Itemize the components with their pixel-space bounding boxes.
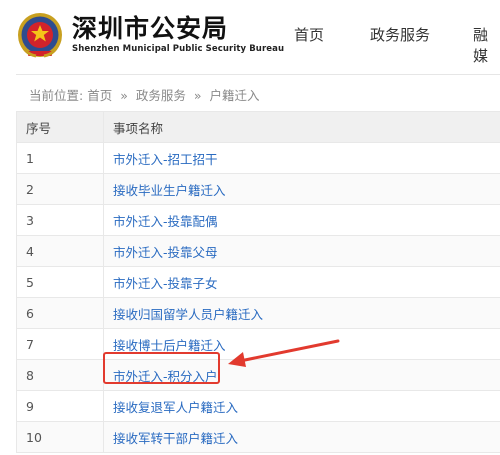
site-header: 深圳市公安局 Shenzhen Municipal Public Securit… <box>0 0 500 74</box>
breadcrumb-separator: » <box>193 88 202 103</box>
row-number: 2 <box>16 173 104 205</box>
service-link[interactable]: 市外迁入-投靠子女 <box>113 276 218 291</box>
table-row: 3 市外迁入-投靠配偶 <box>16 204 500 236</box>
table-row: 7 接收博士后户籍迁入 <box>16 328 500 360</box>
table-row: 5 市外迁入-投靠子女 <box>16 266 500 298</box>
row-number: 10 <box>16 421 104 453</box>
breadcrumb: 当前位置: 首页 » 政务服务 » 户籍迁入 <box>29 85 260 104</box>
nav-item-services[interactable]: 政务服务 <box>370 24 430 45</box>
row-number: 4 <box>16 235 104 267</box>
table-row: 10 接收军转干部户籍迁入 <box>16 421 500 453</box>
service-link[interactable]: 市外迁入-投靠父母 <box>113 245 218 260</box>
column-header-name: 事项名称 <box>103 111 500 143</box>
breadcrumb-home[interactable]: 首页 <box>87 88 112 103</box>
row-cell: 接收军转干部户籍迁入 <box>103 421 500 453</box>
column-header-number: 序号 <box>16 111 104 143</box>
breadcrumb-current: 户籍迁入 <box>209 88 260 103</box>
row-cell: 市外迁入-投靠父母 <box>103 235 500 267</box>
row-number: 5 <box>16 266 104 298</box>
table-row: 2 接收毕业生户籍迁入 <box>16 173 500 205</box>
table-row: 4 市外迁入-投靠父母 <box>16 235 500 267</box>
table-row: 1 市外迁入-招工招干 <box>16 142 500 174</box>
row-cell: 接收归国留学人员户籍迁入 <box>103 297 500 329</box>
service-link[interactable]: 接收归国留学人员户籍迁入 <box>113 307 263 322</box>
table-row: 6 接收归国留学人员户籍迁入 <box>16 297 500 329</box>
breadcrumb-separator: » <box>120 88 128 103</box>
nav-item-media[interactable]: 融媒 <box>473 24 500 66</box>
nav-item-home[interactable]: 首页 <box>294 24 324 45</box>
row-cell: 接收毕业生户籍迁入 <box>103 173 500 205</box>
row-cell: 市外迁入-投靠配偶 <box>103 204 500 236</box>
service-link[interactable]: 市外迁入-招工招干 <box>113 152 218 167</box>
row-number: 3 <box>16 204 104 236</box>
row-cell: 市外迁入-投靠子女 <box>103 266 500 298</box>
table-header-row: 序号 事项名称 <box>16 111 500 143</box>
row-cell: 接收复退军人户籍迁入 <box>103 390 500 422</box>
row-number: 7 <box>16 328 104 360</box>
site-title[interactable]: 深圳市公安局 <box>72 9 228 45</box>
service-link[interactable]: 市外迁入-投靠配偶 <box>113 214 218 229</box>
service-table: 序号 事项名称 1 市外迁入-招工招干 2 接收毕业生户籍迁入 3 市外迁入-投靠配偶… <box>16 111 500 453</box>
service-link[interactable]: 接收复退军人户籍迁入 <box>113 400 238 415</box>
site-subtitle: Shenzhen Municipal Public Security Burea… <box>72 44 285 54</box>
annotation-highlight-box <box>103 352 220 384</box>
service-link[interactable]: 接收毕业生户籍迁入 <box>113 183 226 198</box>
service-link[interactable]: 接收博士后户籍迁入 <box>113 338 226 353</box>
breadcrumb-services[interactable]: 政务服务 <box>136 88 186 103</box>
police-emblem-icon[interactable] <box>16 10 64 60</box>
table-row: 9 接收复退军人户籍迁入 <box>16 390 500 422</box>
row-number: 6 <box>16 297 104 329</box>
breadcrumb-prefix: 当前位置: <box>29 88 84 103</box>
service-link[interactable]: 接收军转干部户籍迁入 <box>113 431 238 446</box>
row-number: 1 <box>16 142 104 174</box>
table-row: 8 市外迁入-积分入户 <box>16 359 500 391</box>
row-number: 9 <box>16 390 104 422</box>
row-cell: 市外迁入-招工招干 <box>103 142 500 174</box>
header-divider <box>16 74 500 75</box>
row-number: 8 <box>16 359 104 391</box>
